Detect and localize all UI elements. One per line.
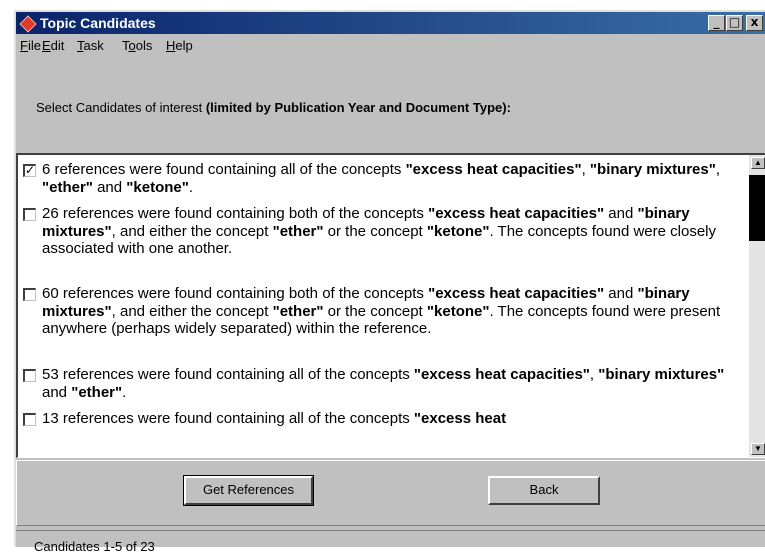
candidate-description: 53 references were found containing all …: [42, 366, 747, 401]
scroll-down-arrow-icon[interactable]: ▼: [751, 443, 765, 455]
description-text: .: [122, 383, 127, 401]
candidate-checkbox[interactable]: [23, 369, 36, 382]
minimize-button[interactable]: _: [708, 15, 725, 31]
description-text: and: [604, 285, 638, 302]
menu-file[interactable]: File: [20, 38, 41, 53]
window-title: Topic Candidates: [40, 15, 156, 31]
status-bar: Candidates 1-5 of 23: [16, 530, 765, 554]
description-text: or the concept: [323, 302, 427, 320]
candidates-list[interactable]: ✓ 6 references were found containing all…: [16, 153, 765, 458]
description-text: or the concept: [323, 222, 427, 240]
concept-term: "ether": [42, 178, 93, 196]
status-text: Candidates 1-5 of 23: [34, 539, 155, 554]
description-text: and: [604, 205, 638, 222]
menu-tools[interactable]: Tools: [122, 38, 152, 53]
candidate-description: 60 references were found containing both…: [42, 285, 747, 338]
concept-term: "ketone": [426, 222, 490, 240]
concept-term: "excess heat capacities": [428, 205, 605, 222]
candidate-checkbox[interactable]: [23, 413, 36, 426]
app-diamond-icon: [19, 15, 37, 33]
candidate-description: 13 references were found containing all …: [42, 410, 747, 428]
concept-term: "ketone": [426, 302, 490, 320]
concept-term: "ether": [272, 222, 324, 240]
vertical-scrollbar[interactable]: ▲ ▼: [749, 155, 765, 457]
menu-edit[interactable]: Edit: [42, 38, 64, 53]
topic-candidates-window: Topic Candidates _ □ x File Edit Task To…: [14, 10, 765, 554]
title-bar[interactable]: Topic Candidates _ □ x: [16, 12, 765, 34]
concept-term: "ketone": [126, 178, 189, 196]
menu-task[interactable]: Task: [77, 38, 104, 53]
concept-term: "ether": [272, 302, 324, 320]
concept-term: "excess heat capacities": [428, 285, 605, 302]
description-text: 60 references were found containing both…: [42, 285, 429, 302]
description-text: .: [188, 178, 194, 196]
description-text: 53 references were found containing all …: [42, 366, 414, 383]
menu-help[interactable]: Help: [166, 38, 193, 53]
candidate-checkbox[interactable]: [23, 288, 36, 301]
scroll-up-arrow-icon[interactable]: ▲: [751, 157, 765, 169]
concept-term: "excess heat: [413, 410, 507, 427]
candidate-checkbox[interactable]: ✓: [23, 164, 36, 177]
description-text: 13 references were found containing all …: [42, 410, 414, 427]
scroll-thumb[interactable]: [749, 175, 765, 241]
concept-term: "ether": [71, 383, 123, 401]
close-button[interactable]: x: [746, 15, 763, 31]
back-button[interactable]: Back: [488, 476, 600, 505]
window-controls: _ □ x: [708, 15, 763, 31]
concept-term: "excess heat capacities": [405, 161, 582, 178]
description-text: ,: [581, 161, 590, 178]
description-text: ,: [715, 161, 721, 178]
candidate-description: 26 references were found containing both…: [42, 205, 747, 258]
instruction-text: Select Candidates of interest (limited b…: [36, 100, 511, 115]
description-text: ,: [589, 366, 599, 383]
concept-term: "excess heat capacities": [413, 366, 590, 383]
description-text: , and either the concept: [111, 302, 273, 320]
description-text: 26 references were found containing both…: [42, 205, 429, 222]
concept-term: "binary mixtures": [589, 161, 716, 178]
description-text: , and either the concept: [111, 222, 273, 240]
maximize-button[interactable]: □: [726, 15, 743, 31]
concept-term: "binary mixtures": [598, 366, 725, 383]
menu-bar: File Edit Task Tools Help: [16, 36, 765, 56]
description-text: and: [92, 178, 127, 196]
description-text: 6 references were found containing all o…: [42, 161, 406, 178]
description-text: and: [42, 383, 72, 401]
button-panel: [16, 460, 765, 526]
candidate-description: 6 references were found containing all o…: [42, 161, 747, 196]
candidate-checkbox[interactable]: [23, 208, 36, 221]
get-references-button[interactable]: Get References: [183, 475, 314, 506]
